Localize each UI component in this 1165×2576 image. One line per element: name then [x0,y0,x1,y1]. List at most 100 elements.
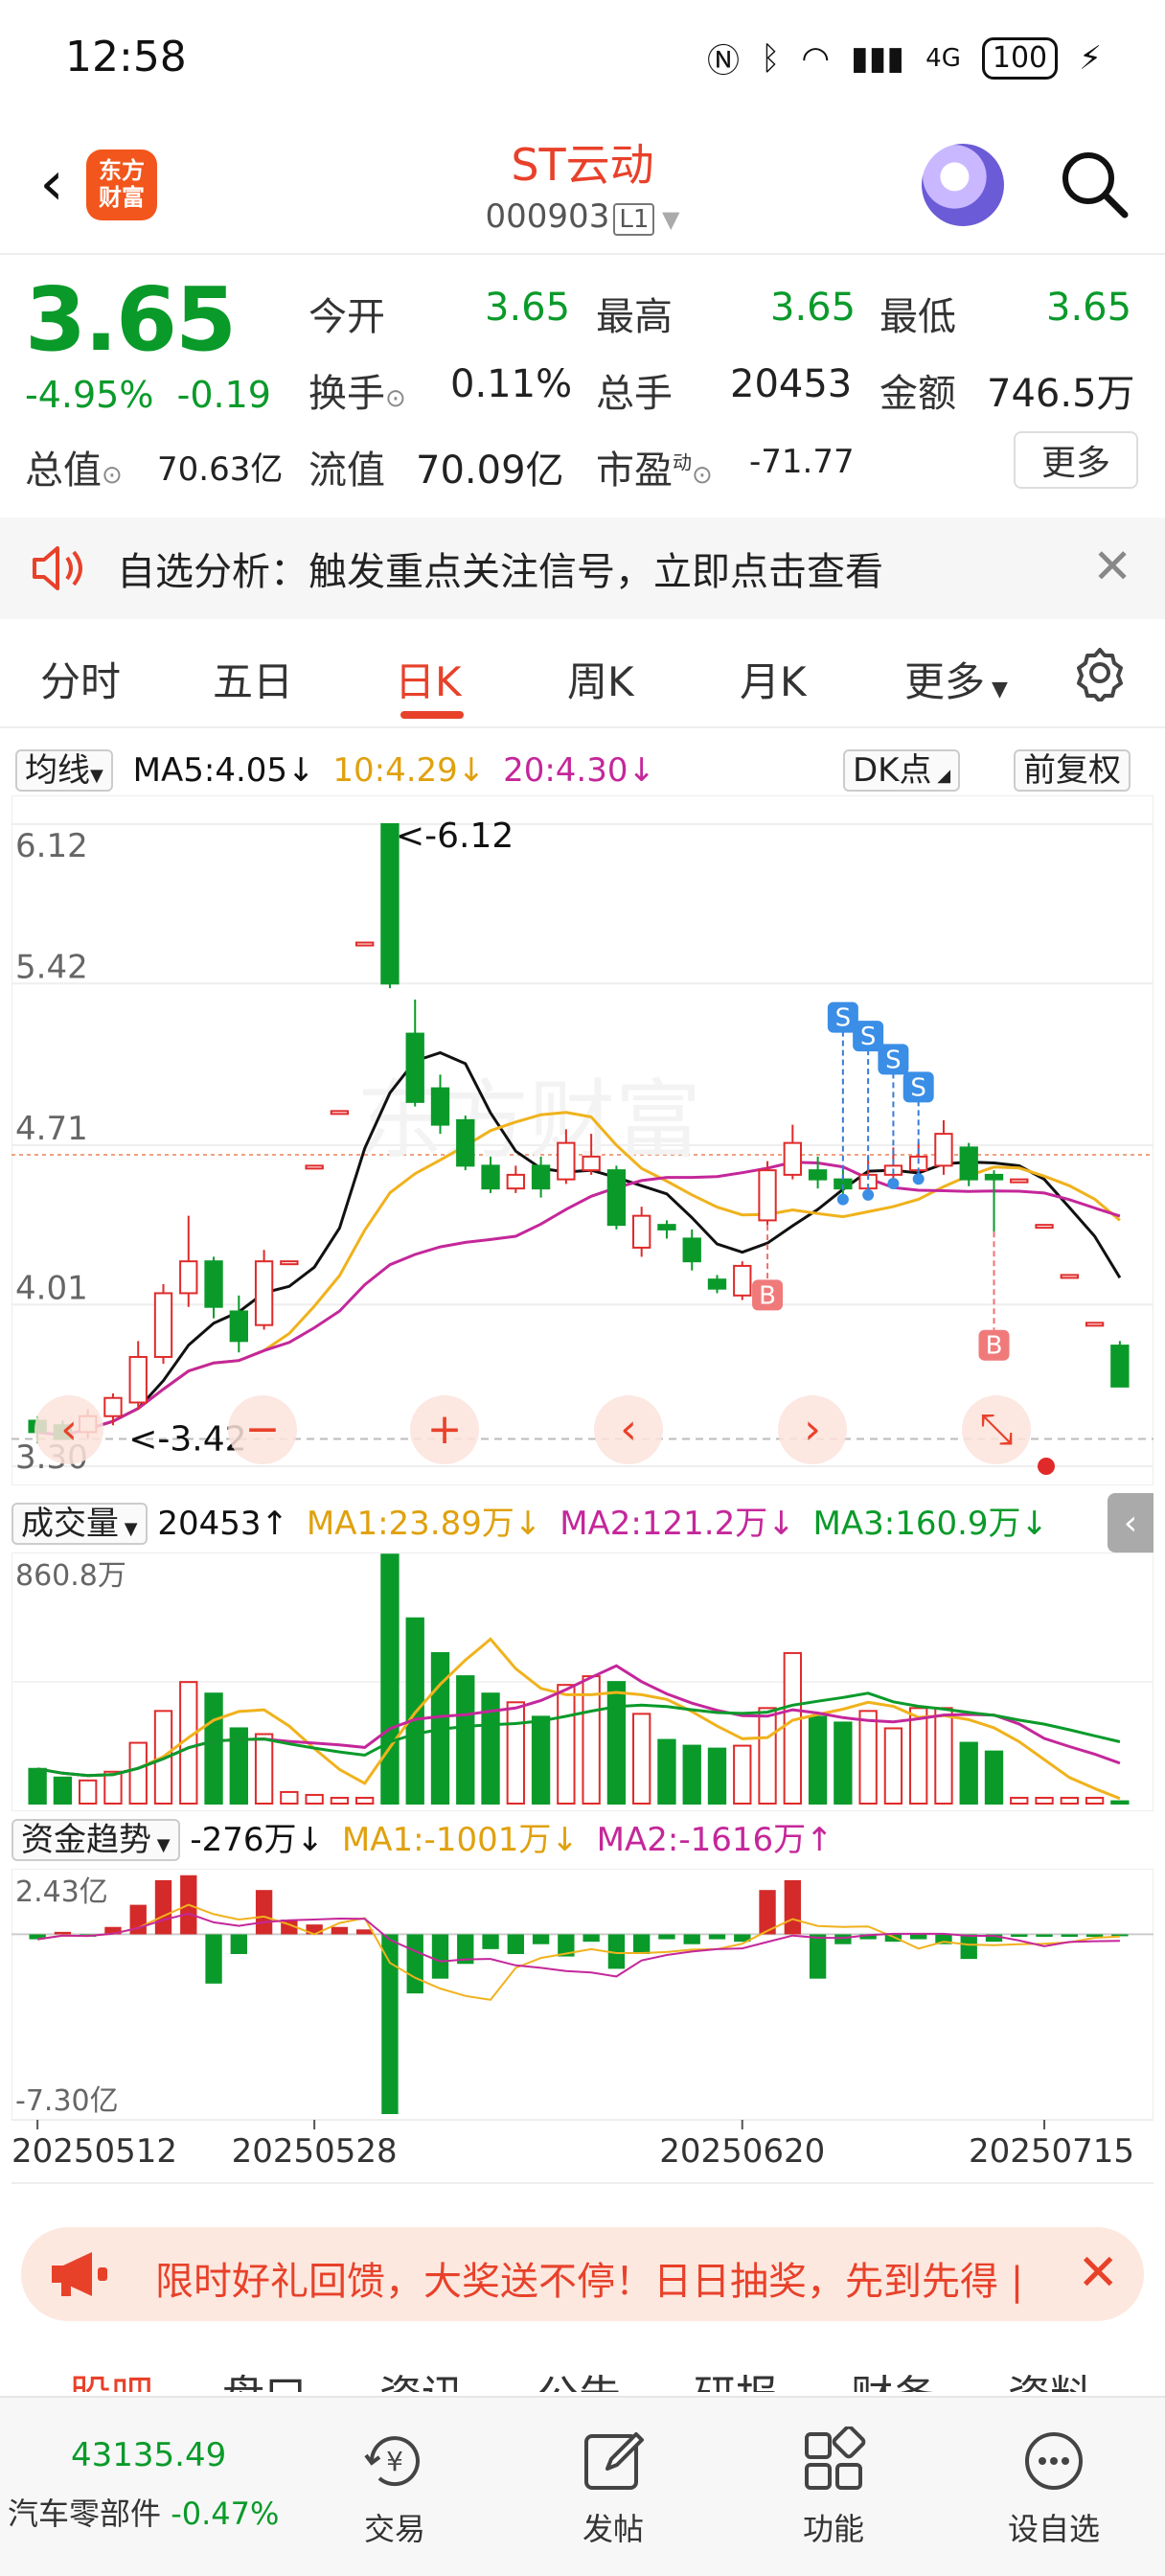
volume-bar [204,1692,223,1806]
candle-body [959,1146,978,1181]
grid-function-icon [799,2425,868,2496]
ma20-line [36,1161,1121,1438]
mktcap-label[interactable]: 总值⊙ [25,439,123,494]
fund-bar [1061,1934,1078,1938]
sell-signal-letter: S [835,1004,852,1033]
function-button[interactable]: 功能 [776,2425,891,2549]
speaker-icon [29,542,86,598]
tab-weekly-k[interactable]: 周K [567,650,634,708]
candle-body [682,1237,701,1263]
fund-bar [1036,1934,1053,1938]
megaphone-icon [48,2248,111,2304]
post-button[interactable]: 发帖 [556,2426,671,2549]
fund-bar [482,1934,499,1949]
subtab-guba[interactable]: 股吧 [69,2361,153,2392]
fund-bar [658,1934,675,1940]
buy-signal-letter: B [986,1332,1003,1361]
ma-selector[interactable]: 均线▼ [15,749,113,792]
adjust-button[interactable]: 前复权 [1014,744,1131,792]
subtab-profile[interactable]: 资料 [1008,2361,1092,2392]
subtab-pankou[interactable]: 盘口 [222,2361,307,2392]
search-icon[interactable] [1056,146,1132,222]
volume-bar [834,1721,853,1805]
promo-banner[interactable]: 限时好礼回馈，大奖送不停！日日抽奖，先到先得 | ✕ [21,2227,1144,2321]
volume-bar [733,1744,752,1805]
add-watchlist-button[interactable]: 设自选 [996,2426,1111,2549]
volume-bar [657,1738,676,1805]
sector-index-value[interactable]: 43135.49 [71,2436,226,2474]
fund-ma1: MA1:-1001万↓ [341,1821,579,1859]
more-dots-icon [1019,2426,1088,2496]
candle-body [430,1087,450,1126]
dk-label: DK点 [853,751,932,790]
collapse-panel-icon[interactable]: ‹ [1108,1493,1154,1552]
turnover-label[interactable]: 换手⊙ [308,362,406,418]
close-icon[interactable]: ✕ [1092,539,1132,594]
volume-selector[interactable]: 成交量 ▼ [11,1503,148,1545]
settings-gear-icon[interactable] [1071,644,1129,705]
candle-body [330,1110,350,1116]
tab-more[interactable]: 更多 ▼ [904,650,1008,708]
subtab-announcement[interactable]: 公告 [537,2361,621,2392]
volume-bar [380,1553,400,1805]
fund-selector[interactable]: 资金趋势 ▼ [11,1819,180,1861]
fund-indicator-row: 资金趋势 ▼ -276万↓ MA1:-1001万↓ MA2:-1616万↑ [11,1813,834,1861]
fund-bar [960,1934,977,1960]
tab-minute[interactable]: 分时 [40,650,121,708]
dk-selector[interactable]: DK点 ◢ [843,744,961,792]
turnover-label-text: 换手 [308,372,385,416]
fund-bar [205,1934,222,1984]
fund-selector-label: 资金趋势 [21,1821,151,1859]
turnover-value: 0.11% [450,362,573,406]
volume-chart[interactable]: 860.8万 [11,1552,1154,1811]
signal-icon: ▮▮▮ [851,38,905,78]
assistant-robot-icon[interactable] [922,144,1004,226]
subtab-research[interactable]: 研报 [694,2361,778,2392]
system-icons: Ⓝ ᛒ ◠ ▮▮▮ 4G 100 ⚡ [707,34,1102,81]
close-icon[interactable]: ✕ [1077,2244,1119,2302]
more-button[interactable]: 更多 [1014,431,1138,489]
caret-icon: ◢ [931,766,951,786]
candle-body [506,1173,525,1190]
fund-bar [154,1879,172,1935]
volume-bar [103,1770,123,1805]
sector-change: -0.47% [171,2496,280,2532]
tab-monthly-k[interactable]: 月K [740,650,807,708]
ma-selector-label: 均线 [25,751,90,790]
notice-bar[interactable]: 自选分析：触发重点关注信号，立即点击查看 ✕ [0,518,1165,619]
wifi-icon: ◠ [801,38,831,78]
tab-five-day[interactable]: 五日 [213,650,293,708]
volume-bar [53,1776,73,1805]
change-amount: -0.19 [176,374,271,416]
tab-daily-k[interactable]: 日K [395,650,462,708]
banner-text: 限时好礼回馈，大奖送不停！日日抽奖，先到先得 | [155,2260,1024,2304]
high-value: 3.65 [770,286,857,330]
fund-bar [784,1879,801,1935]
subtab-news[interactable]: 资讯 [379,2361,464,2392]
float-label: 流值 [308,448,385,493]
caret-down-icon: ▼ [151,1835,171,1855]
volume-bar [79,1779,98,1805]
subtab-finance[interactable]: 财务 [851,2361,935,2392]
date-label: 20250512 [11,2132,177,2171]
step-left-icon: ‹ [620,1405,637,1454]
battery-icon: 100 [981,36,1059,80]
volume-bar [808,1715,828,1805]
volume-bar [858,1710,878,1805]
sell-signal-letter: S [910,1073,926,1102]
date-label: 20250620 [659,2132,825,2171]
candle-body [153,1292,173,1358]
ma5-value: MA5:4.05↓ [132,751,315,790]
sector-index-row[interactable]: 汽车零部件 -0.47% [8,2490,279,2534]
candle-body [733,1264,752,1297]
fund-min-label: -7.30亿 [15,2084,119,2118]
volume-max-label: 860.8万 [15,1559,126,1593]
pe-label[interactable]: 市盈动⊙ [596,439,713,494]
scroll-left-icon: ‹ [60,1405,78,1454]
volume-ma3: MA3:160.9万↓ [812,1505,1049,1543]
trade-button[interactable]: ¥ 交易 [337,2426,452,2549]
add-watchlist-label: 设自选 [1007,2511,1100,2547]
fund-flow-chart[interactable]: 2.43亿 -7.30亿 20250512 20250528 20250620 20250… [11,1869,1154,2195]
mktcap-label-text: 总值 [25,448,102,493]
candlestick-chart[interactable]: 6.125.424.714.013.30 东方财富 <-6.12<-3.42 S… [11,795,1154,1485]
